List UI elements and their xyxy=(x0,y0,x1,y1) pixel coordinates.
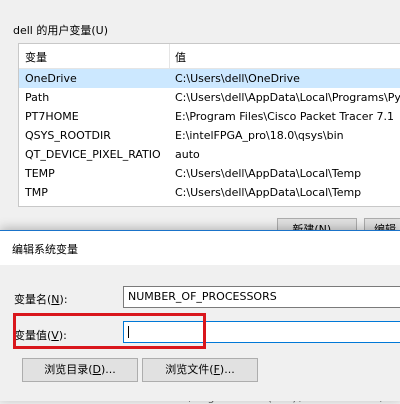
variable-name: Path xyxy=(25,91,50,104)
browse-directory-mnemonic: D xyxy=(92,363,101,376)
variable-name: OneDrive xyxy=(25,72,77,85)
variable-value: E:\intelFPGA_pro\18.0\qsys\bin xyxy=(175,129,344,142)
variable-name-input[interactable]: NUMBER_OF_PROCESSORS xyxy=(123,286,400,308)
browse-file-button[interactable]: 浏览文件(F)... xyxy=(142,358,258,382)
user-variables-list[interactable]: 变量 值 OneDrive C:\Users\dell\OneDrive Pat… xyxy=(18,43,400,207)
variable-name-label: 变量名(N): xyxy=(14,293,68,306)
edit-system-variable-dialog: 编辑系统变量 变量名(N): NUMBER_OF_PROCESSORS 变量值(… xyxy=(0,230,400,401)
variable-value: C:\Users\dell\OneDrive xyxy=(175,72,300,85)
variable-name: QT_DEVICE_PIXEL_RATIO xyxy=(25,148,161,161)
list-row-qt-device-pixel-ratio[interactable]: QT_DEVICE_PIXEL_RATIO auto xyxy=(19,145,400,164)
browse-file-label: 浏览文件 xyxy=(165,363,210,376)
browse-directory-button[interactable]: 浏览目录(D)... xyxy=(22,358,138,382)
variable-name: TEMP xyxy=(25,167,55,180)
list-row-temp[interactable]: TEMP C:\Users\dell\AppData\Local\Temp xyxy=(19,164,400,183)
list-row-path[interactable]: Path C:\Users\dell\AppData\Local\Program… xyxy=(19,88,400,107)
list-row-pt7home[interactable]: PT7HOME E:\Program Files\Cisco Packet Tr… xyxy=(19,107,400,126)
variable-name: TMP xyxy=(25,186,48,199)
variable-value: C:\Users\dell\AppData\Local\Temp xyxy=(175,167,362,180)
highlight-annotation-box xyxy=(13,313,206,349)
variable-name: QSYS_ROOTDIR xyxy=(25,129,111,142)
browse-directory-label: 浏览目录 xyxy=(44,363,89,376)
list-row-onedrive[interactable]: OneDrive C:\Users\dell\OneDrive xyxy=(19,69,400,88)
dialog-titlebar[interactable]: 编辑系统变量 xyxy=(0,231,400,265)
list-row-tmp[interactable]: TMP C:\Users\dell\AppData\Local\Temp xyxy=(19,183,400,202)
column-header-name[interactable]: 变量 xyxy=(25,49,47,65)
browse-file-mnemonic: F xyxy=(213,363,220,376)
variable-name: PT7HOME xyxy=(25,110,79,123)
variable-value: C:\Users\dell\AppData\Local\Temp xyxy=(175,186,362,199)
user-variables-group-title: dell 的用户变量(U) xyxy=(13,24,108,37)
variable-value: auto xyxy=(175,148,200,161)
variable-name-label-text: 变量名 xyxy=(14,293,47,306)
list-row-qsys-rootdir[interactable]: QSYS_ROOTDIR E:\intelFPGA_pro\18.0\qsys\… xyxy=(19,126,400,145)
variable-value: C:\Users\dell\AppData\Local\Programs\Pyt xyxy=(175,91,400,104)
variable-name-value: NUMBER_OF_PROCESSORS xyxy=(128,290,277,303)
dialog-title: 编辑系统变量 xyxy=(12,243,78,256)
list-header: 变量 值 xyxy=(19,44,400,69)
variable-name-mnemonic: N xyxy=(51,293,60,306)
column-header-value[interactable]: 值 xyxy=(175,49,186,65)
column-separator[interactable] xyxy=(169,44,170,68)
variable-value: E:\Program Files\Cisco Packet Tracer 7.1 xyxy=(175,110,395,123)
